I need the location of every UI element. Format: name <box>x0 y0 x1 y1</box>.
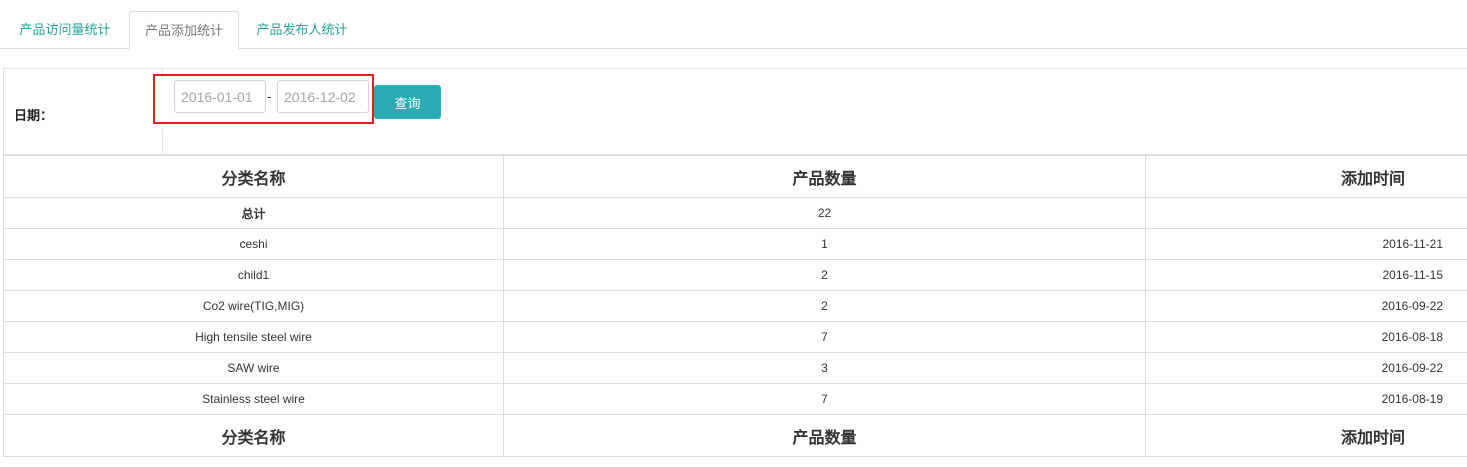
cell-count: 3 <box>503 352 1146 384</box>
cell-category: 总计 <box>3 197 504 229</box>
tab-product-additions[interactable]: 产品添加统计 <box>129 11 239 49</box>
footer-header-category: 分类名称 <box>3 414 504 457</box>
cell-category: child1 <box>3 259 504 291</box>
tab-bar: 产品访问量统计 产品添加统计 产品发布人统计 <box>0 0 1467 49</box>
column-header-category: 分类名称 <box>3 155 504 198</box>
cell-count: 2 <box>503 259 1146 291</box>
cell-date: 2016-08-19 <box>1145 383 1467 415</box>
tab-product-visits[interactable]: 产品访问量统计 <box>6 11 124 48</box>
cell-date: 2016-11-21 <box>1145 228 1467 260</box>
table-row: child1 2 2016-11-15 <box>3 259 1467 291</box>
date-filter-panel: 日期： - 查询 <box>3 68 1467 156</box>
column-header-date: 添加时间 <box>1145 155 1467 198</box>
cell-category: Stainless steel wire <box>3 383 504 415</box>
filter-divider <box>162 129 163 156</box>
cell-count: 7 <box>503 321 1146 353</box>
table-footer-row: 分类名称 产品数量 添加时间 <box>3 414 1467 457</box>
start-date-input[interactable] <box>174 80 266 113</box>
table-row: ceshi 1 2016-11-21 <box>3 228 1467 260</box>
cell-date: 2016-09-22 <box>1145 290 1467 322</box>
footer-header-count: 产品数量 <box>503 414 1146 457</box>
date-filter-label: 日期： <box>14 108 54 123</box>
cell-count: 2 <box>503 290 1146 322</box>
cell-date: 2016-11-15 <box>1145 259 1467 291</box>
product-stats-table: 分类名称 产品数量 添加时间 总计 22 ceshi 1 2016-11-21 … <box>3 155 1467 457</box>
cell-count: 22 <box>503 197 1146 229</box>
table-header-row: 分类名称 产品数量 添加时间 <box>3 155 1467 198</box>
table-row: Co2 wire(TIG,MIG) 2 2016-09-22 <box>3 290 1467 322</box>
table-row: SAW wire 3 2016-09-22 <box>3 352 1467 384</box>
date-range-separator: - <box>267 89 272 104</box>
cell-date: 2016-09-22 <box>1145 352 1467 384</box>
cell-category: Co2 wire(TIG,MIG) <box>3 290 504 322</box>
table-row: High tensile steel wire 7 2016-08-18 <box>3 321 1467 353</box>
footer-header-date: 添加时间 <box>1145 414 1467 457</box>
cell-date: 2016-08-18 <box>1145 321 1467 353</box>
tab-product-publishers[interactable]: 产品发布人统计 <box>243 11 361 48</box>
cell-count: 1 <box>503 228 1146 260</box>
query-button[interactable]: 查询 <box>374 85 441 119</box>
column-header-count: 产品数量 <box>503 155 1146 198</box>
cell-category: SAW wire <box>3 352 504 384</box>
end-date-input[interactable] <box>277 80 369 113</box>
cell-count: 7 <box>503 383 1146 415</box>
cell-category: ceshi <box>3 228 504 260</box>
table-row-total: 总计 22 <box>3 197 1467 229</box>
cell-category: High tensile steel wire <box>3 321 504 353</box>
table-row: Stainless steel wire 7 2016-08-19 <box>3 383 1467 415</box>
cell-date <box>1145 197 1467 229</box>
filter-divider <box>162 69 163 79</box>
